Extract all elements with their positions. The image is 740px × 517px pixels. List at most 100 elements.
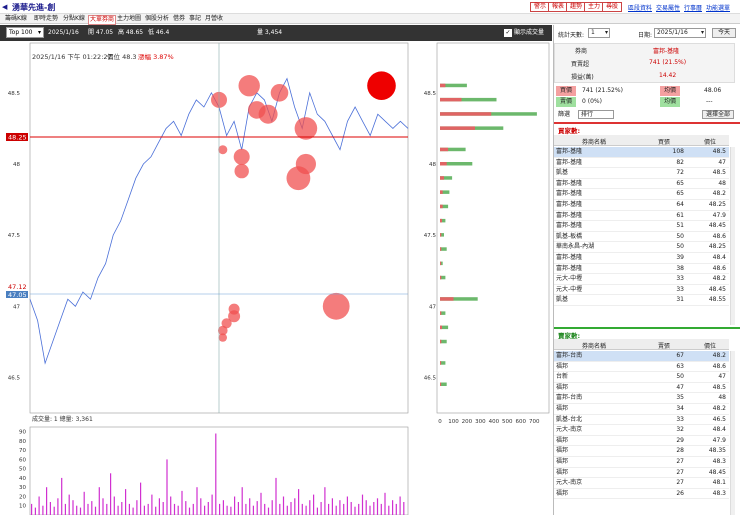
list-row[interactable]: 富邦-基隆 65 48 (554, 179, 729, 190)
row-volume: 108 (672, 148, 684, 155)
list-row[interactable]: 富邦-基隆 38 48.6 (554, 264, 729, 275)
list-row[interactable]: 富邦-基隆 64 48.25 (554, 200, 729, 211)
list-row[interactable]: 富邦-基隆 108 48.5 (554, 147, 729, 158)
volume-bar (369, 505, 371, 515)
list-row[interactable]: 福邦 27 48.45 (554, 468, 729, 479)
tab-monthly-revenue[interactable]: 月營收 (204, 15, 224, 23)
calendar-link[interactable]: 行事曆 (684, 3, 702, 12)
large-order-bubble[interactable] (270, 84, 289, 102)
large-order-bubble[interactable] (322, 292, 350, 320)
tab-events[interactable]: 事記 (188, 15, 202, 23)
volume-bar (207, 502, 209, 515)
row-volume: 64 (676, 201, 684, 208)
list-row[interactable]: 凱基-台北 33 46.5 (554, 415, 729, 426)
row-volume: 33 (676, 275, 684, 283)
tab-lending[interactable]: 借券 (172, 15, 186, 23)
large-order-bubble[interactable] (294, 117, 318, 140)
list-row[interactable]: 富邦-台南 67 48.2 (554, 351, 729, 362)
date-picker[interactable]: 2025/1/16 ▾ (654, 28, 706, 38)
volume-bar (384, 492, 386, 515)
list-row[interactable]: 富邦-台南 35 48 (554, 393, 729, 404)
alert-button[interactable]: 警示 (530, 2, 551, 12)
volume-bar (271, 500, 273, 515)
row-price: 47.9 (712, 436, 726, 444)
tab-broker-kline[interactable]: 分點K線 (62, 15, 86, 23)
sell-broker-list[interactable]: 富邦-台南 67 48.2 福邦 63 48.6 台新 50 47 福邦 47 48.5 富邦-台南 35… (554, 351, 730, 515)
stat-days-select[interactable]: 1 ▾ (588, 28, 610, 38)
today-button[interactable]: 今天 (712, 28, 736, 38)
pv-x-tick-label: 700 (529, 419, 540, 425)
chart-area: 48.5 48.5 48 48 47.5 47.5 47 47 46.5 46.5 0 100 200… (0, 41, 552, 516)
row-volume: 33 (676, 285, 684, 293)
large-order-bubble[interactable] (218, 145, 228, 155)
tab-main-map[interactable]: 主力地圖 (116, 15, 142, 23)
main-force-button[interactable]: 主力 (584, 2, 605, 12)
list-row[interactable]: 台新 50 47 (554, 372, 729, 383)
list-row[interactable]: 元大-南京 32 48.4 (554, 425, 729, 436)
volume-bar (79, 507, 82, 515)
list-row[interactable]: 凱基-板橋 50 48.6 (554, 232, 729, 243)
volume-bar (170, 496, 172, 515)
list-row[interactable]: 凱基 72 48.5 (554, 168, 729, 179)
tab-realtime[interactable]: 即時走勢 (33, 15, 59, 23)
vol-y-tick-label: 30 (19, 485, 26, 491)
collapse-arrow-icon[interactable]: ◀ (2, 3, 8, 11)
main-chart-svg[interactable]: 48.5 48.5 48 48 47.5 47.5 47 47 46.5 46.5 0 100 200… (0, 41, 552, 516)
list-row[interactable]: 元大-中壢 33 48.45 (554, 285, 729, 296)
large-order-bubble[interactable] (247, 101, 266, 119)
show-volume-checkbox[interactable]: ✓ (504, 29, 512, 37)
report-button[interactable]: 報表 (548, 2, 569, 12)
buy-broker-list[interactable]: 富邦-基隆 108 48.5 富邦-基隆 82 47 凱基 72 48.5 富邦-基隆 65 48 富邦… (554, 147, 730, 325)
list-row[interactable]: 富邦-基隆 82 47 (554, 158, 729, 169)
tab-stock-analysis[interactable]: 個股分析 (144, 15, 170, 23)
row-broker-name: 元大-中壢 (556, 275, 583, 283)
list-row[interactable]: 元大-中壢 33 48.2 (554, 274, 729, 285)
select-all-button[interactable]: 選擇全部 (702, 110, 734, 119)
row-broker-name: 凱基-台北 (556, 415, 583, 423)
large-order-bubble[interactable] (367, 71, 396, 100)
list-row[interactable]: 華南永昌-內湖 50 48.25 (554, 242, 729, 253)
section-data-link[interactable]: 區段資料 (628, 3, 652, 12)
list-row[interactable]: 富邦-基隆 61 47.9 (554, 211, 729, 222)
volume-bar (392, 500, 394, 515)
trade-attr-link[interactable]: 交易屬性 (656, 3, 680, 12)
sell-list-scrollbar[interactable] (730, 351, 735, 515)
list-row[interactable]: 福邦 29 47.9 (554, 436, 729, 447)
list-row[interactable]: 凱基 31 48.55 (554, 295, 729, 306)
function-menu-link[interactable]: 功能選單 (706, 3, 730, 12)
list-row[interactable]: 福邦 28 48.35 (554, 446, 729, 457)
row-volume: 82 (676, 158, 684, 166)
large-order-bubble[interactable] (218, 333, 227, 342)
large-order-bubble[interactable] (234, 163, 249, 179)
list-row[interactable]: 福邦 47 48.5 (554, 383, 729, 394)
list-row[interactable]: 福邦 63 48.6 (554, 362, 729, 373)
quote-low: 低 46.4 (148, 29, 170, 36)
row-volume: 29 (676, 436, 684, 444)
row-price: 48.6 (712, 264, 726, 272)
list-row[interactable]: 福邦 26 48.3 (554, 489, 729, 500)
volume-bar (192, 503, 194, 515)
broker-panel: 統計天數: 1 ▾ 日期: 2025/1/16 ▾ 今天 券商 富邦-基隆 買賣超 … (553, 25, 740, 515)
pv-buy-bar (440, 361, 442, 365)
top-n-select[interactable]: Top 100 ▾ (6, 27, 44, 38)
stock-search-button[interactable]: 尋股 (602, 2, 623, 12)
pv-buy-bar (440, 275, 442, 280)
tab-big-broker[interactable]: 大單券商 (88, 15, 117, 25)
large-order-bubble[interactable] (238, 75, 260, 97)
row-broker-name: 富邦-基隆 (556, 201, 583, 208)
list-row[interactable]: 富邦-基隆 39 48.4 (554, 253, 729, 264)
list-row[interactable]: 元大-南京 27 48.1 (554, 478, 729, 489)
list-row[interactable]: 富邦-基隆 65 48.2 (554, 189, 729, 200)
buy-list-scrollbar[interactable] (730, 147, 735, 325)
pv-buy-bar (440, 311, 442, 315)
list-row[interactable]: 福邦 34 48.2 (554, 404, 729, 415)
pv-buy-bar (440, 83, 446, 88)
filter-select[interactable]: 排行 (578, 110, 614, 119)
row-broker-name: 福邦 (556, 468, 569, 476)
trend-button[interactable]: 趨勢 (566, 2, 587, 12)
list-row[interactable]: 福邦 27 48.3 (554, 457, 729, 468)
large-order-bubble[interactable] (233, 148, 250, 165)
list-row[interactable]: 富邦-基隆 51 48.45 (554, 221, 729, 232)
tab-chip-kline[interactable]: 籌碼K線 (4, 15, 28, 23)
large-order-bubble[interactable] (286, 166, 311, 191)
